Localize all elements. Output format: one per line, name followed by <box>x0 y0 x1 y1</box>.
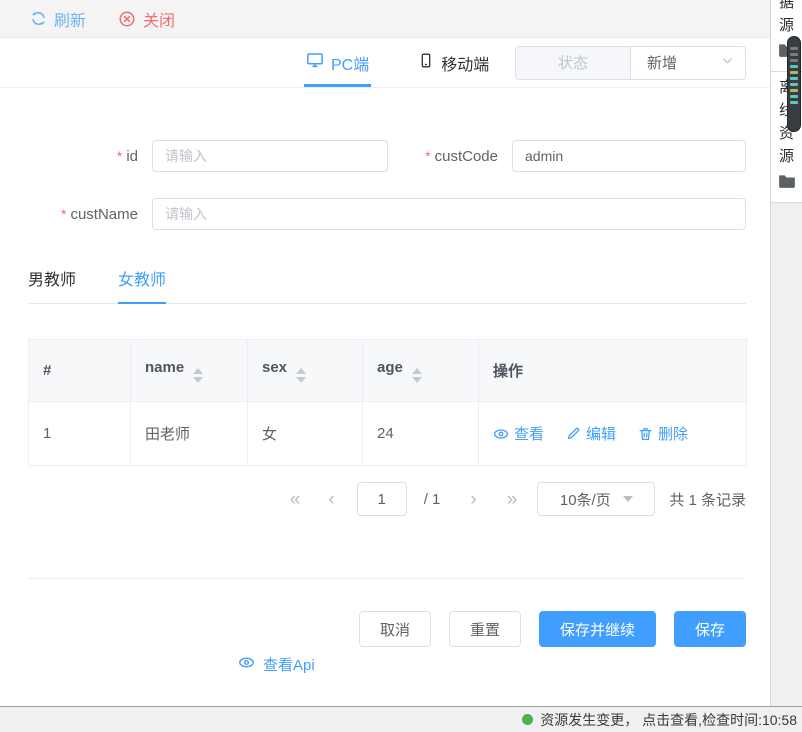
first-page-button[interactable]: « <box>290 490 301 509</box>
save-button[interactable]: 保存 <box>674 611 746 647</box>
tab-pc-label: PC端 <box>331 51 369 75</box>
status-dot-icon <box>522 714 533 725</box>
pencil-icon <box>566 426 581 441</box>
page-number-input[interactable] <box>357 482 407 516</box>
pagination: « ‹ / 1 › » 10条/页 共 1 条记录 <box>28 482 746 516</box>
caret-down-icon <box>623 496 633 502</box>
api-row: 查看Api <box>28 654 746 676</box>
tab-male-teacher[interactable]: 男教师 <box>28 256 76 303</box>
column-header-name[interactable]: name <box>131 340 248 402</box>
status-select-group: 状态 新增 <box>515 46 746 80</box>
edit-link[interactable]: 编辑 <box>566 423 616 444</box>
device-tabbar: PC端 移动端 状态 新增 <box>0 38 770 88</box>
eye-icon <box>493 426 509 442</box>
sidebar-item-label: 据源 <box>778 0 795 37</box>
refresh-icon <box>30 10 47 27</box>
form-row-2: *custName <box>28 198 746 230</box>
teacher-table: # name sex age 操作 <box>28 339 747 466</box>
next-page-button[interactable]: › <box>470 490 476 509</box>
tab-female-teacher[interactable]: 女教师 <box>118 256 166 303</box>
footer-buttons: 取消 重置 保存并继续 保存 <box>28 611 746 647</box>
custcode-input[interactable] <box>512 140 746 172</box>
table-header-row: # name sex age 操作 <box>29 340 747 402</box>
custname-input[interactable] <box>152 198 746 230</box>
refresh-button[interactable]: 刷新 <box>30 7 86 31</box>
teacher-tabs: 男教师 女教师 <box>28 256 746 304</box>
main-panel: 刷新 关闭 PC端 <box>0 0 770 706</box>
tab-mobile-label: 移动端 <box>441 51 489 75</box>
sort-icon[interactable] <box>193 368 203 383</box>
column-header-index: # <box>29 340 131 402</box>
close-label: 关闭 <box>143 7 175 31</box>
folder-icon <box>778 173 796 194</box>
cell-actions: 查看 编辑 <box>479 402 747 466</box>
close-circle-icon <box>118 10 136 28</box>
tab-mobile[interactable]: 移动端 <box>418 38 489 87</box>
custname-label: *custName <box>28 206 138 223</box>
scrollbar-thumb[interactable] <box>787 36 801 132</box>
top-toolbar: 刷新 关闭 <box>0 0 770 38</box>
status-message[interactable]: 资源发生变更， 点击查看,检查时间:10:58 <box>540 710 797 730</box>
monitor-icon <box>306 51 324 74</box>
table-row: 1 田老师 女 24 查看 <box>29 402 747 466</box>
required-mark: * <box>117 148 122 164</box>
save-continue-button[interactable]: 保存并继续 <box>539 611 656 647</box>
form-row-1: *id *custCode <box>28 140 746 172</box>
refresh-label: 刷新 <box>54 7 86 31</box>
close-button[interactable]: 关闭 <box>118 7 175 31</box>
eye-icon <box>238 654 255 675</box>
cell-name: 田老师 <box>131 402 248 466</box>
resource-sidebar: 据源 离线资源 <box>770 0 802 706</box>
custcode-label: *custCode <box>388 148 498 165</box>
reset-button[interactable]: 重置 <box>449 611 521 647</box>
status-bar: 资源发生变更， 点击查看,检查时间:10:58 <box>0 706 802 732</box>
form-content: *id *custCode *custName 男教师 女教师 <box>0 140 770 676</box>
prev-page-button[interactable]: ‹ <box>328 490 334 509</box>
sort-icon[interactable] <box>412 368 422 383</box>
cell-age: 24 <box>363 402 479 466</box>
trash-icon <box>638 426 653 442</box>
view-api-link[interactable]: 查看Api <box>238 654 315 675</box>
status-select-value: 新增 <box>647 52 677 73</box>
view-link[interactable]: 查看 <box>493 423 544 444</box>
cancel-button[interactable]: 取消 <box>359 611 431 647</box>
mobile-icon <box>418 52 434 74</box>
cell-index: 1 <box>29 402 131 466</box>
page-size-value: 10条/页 <box>560 489 611 510</box>
total-records-label: 共 1 条记录 <box>669 489 746 510</box>
footer-divider <box>28 578 746 579</box>
id-label: *id <box>28 148 138 165</box>
required-mark: * <box>425 148 430 164</box>
column-header-actions: 操作 <box>479 340 747 402</box>
column-header-sex[interactable]: sex <box>248 340 363 402</box>
last-page-button[interactable]: » <box>507 490 518 509</box>
page-size-select[interactable]: 10条/页 <box>537 482 655 516</box>
tab-pc[interactable]: PC端 <box>306 38 369 87</box>
status-addon-label: 状态 <box>516 47 631 79</box>
chevron-down-icon <box>720 53 735 72</box>
required-mark: * <box>61 206 66 222</box>
sort-icon[interactable] <box>296 368 306 383</box>
column-header-age[interactable]: age <box>363 340 479 402</box>
cell-sex: 女 <box>248 402 363 466</box>
status-select[interactable]: 新增 <box>631 47 745 79</box>
total-pages-label: / 1 <box>424 491 441 508</box>
delete-link[interactable]: 删除 <box>638 423 688 444</box>
id-input[interactable] <box>152 140 388 172</box>
